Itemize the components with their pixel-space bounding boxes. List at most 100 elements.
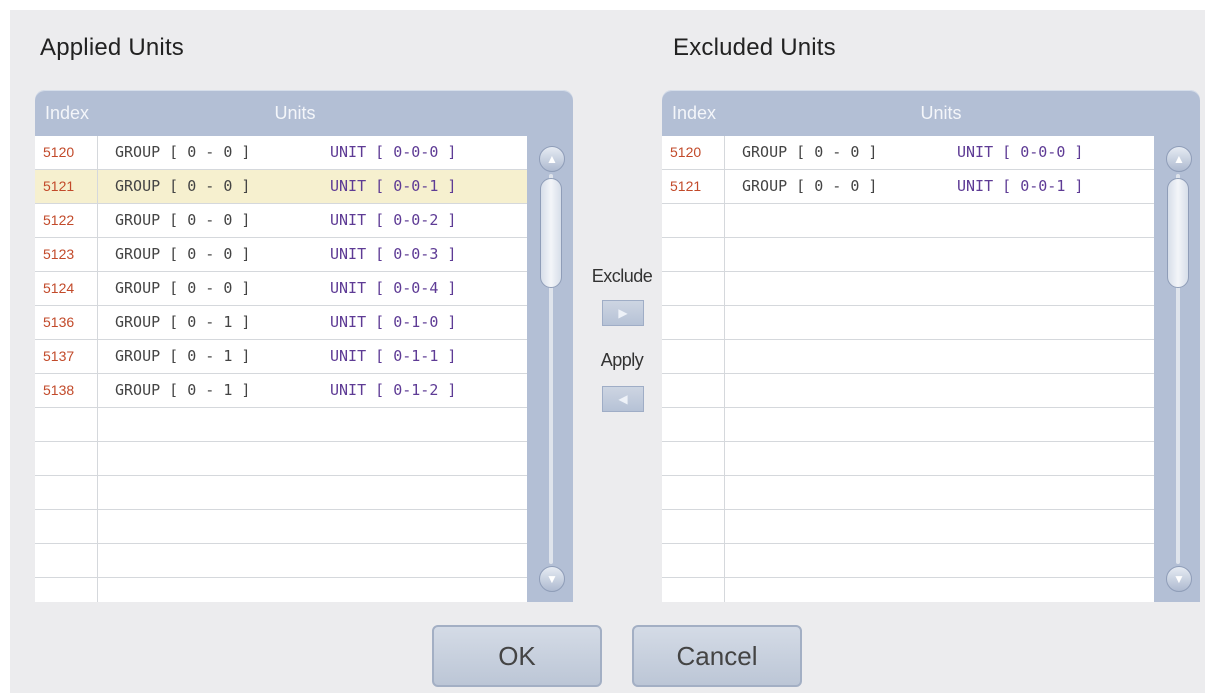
- empty-row: [662, 510, 1154, 544]
- empty-row: [35, 578, 527, 602]
- table-row[interactable]: 5138 GROUP [ 0 - 1 ] UNIT [ 0-1-2 ]: [35, 374, 527, 408]
- row-index: [662, 544, 725, 577]
- row-group: GROUP [ 0 - 0 ]: [742, 177, 878, 195]
- applied-units-list[interactable]: 5120 GROUP [ 0 - 0 ] UNIT [ 0-0-0 ] 5121 GRO…: [35, 136, 527, 602]
- excluded-units-panel: Index Units 5120 GROUP [ 0 - 0 ] UNIT [ 0-…: [662, 90, 1200, 602]
- scroll-down-icon[interactable]: ▼: [539, 566, 565, 592]
- row-unit: UNIT [ 0-0-4 ]: [330, 279, 457, 297]
- excluded-header-index: Index: [671, 103, 717, 123]
- empty-row: [662, 578, 1154, 602]
- applied-header-index: Index: [44, 103, 90, 123]
- empty-row: [35, 510, 527, 544]
- table-row[interactable]: 5120 GROUP [ 0 - 0 ] UNIT [ 0-0-0 ]: [35, 136, 527, 170]
- row-index: 5120: [662, 136, 725, 169]
- excluded-header-units: Units: [920, 103, 962, 123]
- table-row[interactable]: 5121 GROUP [ 0 - 0 ] UNIT [ 0-0-1 ]: [35, 170, 527, 204]
- scroll-down-icon[interactable]: ▼: [1166, 566, 1192, 592]
- row-index: [662, 238, 725, 271]
- scroll-up-icon[interactable]: ▲: [1166, 146, 1192, 172]
- row-index: 5121: [35, 170, 98, 203]
- row-index: 5138: [35, 374, 98, 407]
- row-unit: UNIT [ 0-0-2 ]: [330, 211, 457, 229]
- row-index: [35, 408, 98, 441]
- row-index: [662, 204, 725, 237]
- table-row[interactable]: 5120 GROUP [ 0 - 0 ] UNIT [ 0-0-0 ]: [662, 136, 1154, 170]
- row-index: 5120: [35, 136, 98, 169]
- row-index: 5123: [35, 238, 98, 271]
- row-index: [662, 374, 725, 407]
- row-group: GROUP [ 0 - 0 ]: [115, 279, 251, 297]
- row-group: GROUP [ 0 - 0 ]: [742, 143, 878, 161]
- row-index: [662, 442, 725, 475]
- empty-row: [35, 442, 527, 476]
- applied-units-header: Index Units: [35, 90, 573, 136]
- row-group: GROUP [ 0 - 1 ]: [115, 347, 251, 365]
- row-index: 5121: [662, 170, 725, 203]
- row-index: [662, 306, 725, 339]
- row-index: [35, 578, 98, 602]
- row-index: [662, 408, 725, 441]
- row-unit: UNIT [ 0-0-1 ]: [957, 177, 1084, 195]
- table-row[interactable]: 5122 GROUP [ 0 - 0 ] UNIT [ 0-0-2 ]: [35, 204, 527, 238]
- row-index: [662, 578, 725, 602]
- excluded-scrollbar[interactable]: ▲ ▼: [1154, 136, 1200, 602]
- row-group: GROUP [ 0 - 0 ]: [115, 245, 251, 263]
- row-unit: UNIT [ 0-1-1 ]: [330, 347, 457, 365]
- triangle-left-icon: ◀: [618, 392, 628, 406]
- empty-row: [662, 306, 1154, 340]
- empty-row: [35, 544, 527, 578]
- excluded-units-list[interactable]: 5120 GROUP [ 0 - 0 ] UNIT [ 0-0-0 ] 5121 GRO…: [662, 136, 1154, 602]
- row-group: GROUP [ 0 - 0 ]: [115, 143, 251, 161]
- row-index: [662, 272, 725, 305]
- row-index: [35, 476, 98, 509]
- exclude-label: Exclude: [591, 266, 653, 286]
- row-index: 5137: [35, 340, 98, 373]
- cancel-button[interactable]: Cancel: [632, 625, 802, 687]
- row-unit: UNIT [ 0-0-3 ]: [330, 245, 457, 263]
- scroll-up-icon[interactable]: ▲: [539, 146, 565, 172]
- table-row[interactable]: 5121 GROUP [ 0 - 0 ] UNIT [ 0-0-1 ]: [662, 170, 1154, 204]
- empty-row: [662, 272, 1154, 306]
- scroll-thumb[interactable]: [1167, 178, 1189, 288]
- empty-row: [662, 238, 1154, 272]
- excluded-units-header: Index Units: [662, 90, 1200, 136]
- ok-button[interactable]: OK: [432, 625, 602, 687]
- empty-row: [662, 408, 1154, 442]
- empty-row: [662, 374, 1154, 408]
- apply-label: Apply: [600, 350, 644, 370]
- empty-row: [662, 442, 1154, 476]
- apply-button[interactable]: ◀: [602, 386, 644, 412]
- row-index: [35, 510, 98, 543]
- row-unit: UNIT [ 0-0-0 ]: [330, 143, 457, 161]
- empty-row: [35, 408, 527, 442]
- exclude-button[interactable]: ▶: [602, 300, 644, 326]
- triangle-right-icon: ▶: [618, 306, 628, 320]
- scroll-thumb[interactable]: [540, 178, 562, 288]
- excluded-units-title: Excluded Units: [673, 34, 836, 61]
- row-index: [662, 476, 725, 509]
- applied-units-title: Applied Units: [40, 34, 185, 61]
- applied-scrollbar[interactable]: ▲ ▼: [527, 136, 573, 602]
- row-unit: UNIT [ 0-1-2 ]: [330, 381, 457, 399]
- empty-row: [35, 476, 527, 510]
- row-group: GROUP [ 0 - 1 ]: [115, 381, 251, 399]
- row-index: 5122: [35, 204, 98, 237]
- row-unit: UNIT [ 0-0-1 ]: [330, 177, 457, 195]
- row-unit: UNIT [ 0-1-0 ]: [330, 313, 457, 331]
- row-unit: UNIT [ 0-0-0 ]: [957, 143, 1084, 161]
- empty-row: [662, 476, 1154, 510]
- row-index: 5124: [35, 272, 98, 305]
- row-index: [662, 340, 725, 373]
- row-group: GROUP [ 0 - 0 ]: [115, 177, 251, 195]
- row-index: [662, 510, 725, 543]
- table-row[interactable]: 5136 GROUP [ 0 - 1 ] UNIT [ 0-1-0 ]: [35, 306, 527, 340]
- empty-row: [662, 340, 1154, 374]
- row-group: GROUP [ 0 - 1 ]: [115, 313, 251, 331]
- table-row[interactable]: 5124 GROUP [ 0 - 0 ] UNIT [ 0-0-4 ]: [35, 272, 527, 306]
- table-row[interactable]: 5123 GROUP [ 0 - 0 ] UNIT [ 0-0-3 ]: [35, 238, 527, 272]
- table-row[interactable]: 5137 GROUP [ 0 - 1 ] UNIT [ 0-1-1 ]: [35, 340, 527, 374]
- row-group: GROUP [ 0 - 0 ]: [115, 211, 251, 229]
- empty-row: [662, 544, 1154, 578]
- row-index: [35, 442, 98, 475]
- applied-header-units: Units: [274, 103, 316, 123]
